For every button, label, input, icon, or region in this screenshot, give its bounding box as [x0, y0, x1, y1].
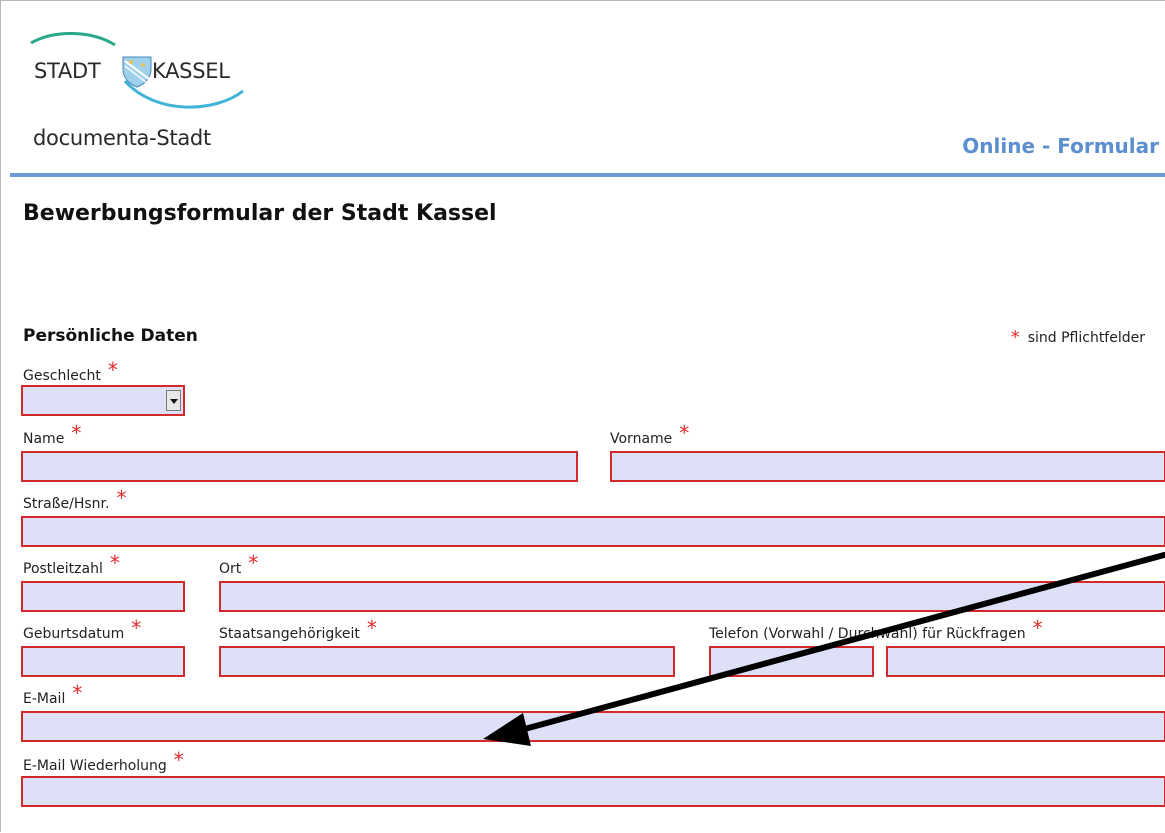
form-page: STADT KASSEL documenta-Stadt Online - Fo… — [0, 0, 1165, 832]
callout-arrow-icon — [483, 552, 1165, 746]
